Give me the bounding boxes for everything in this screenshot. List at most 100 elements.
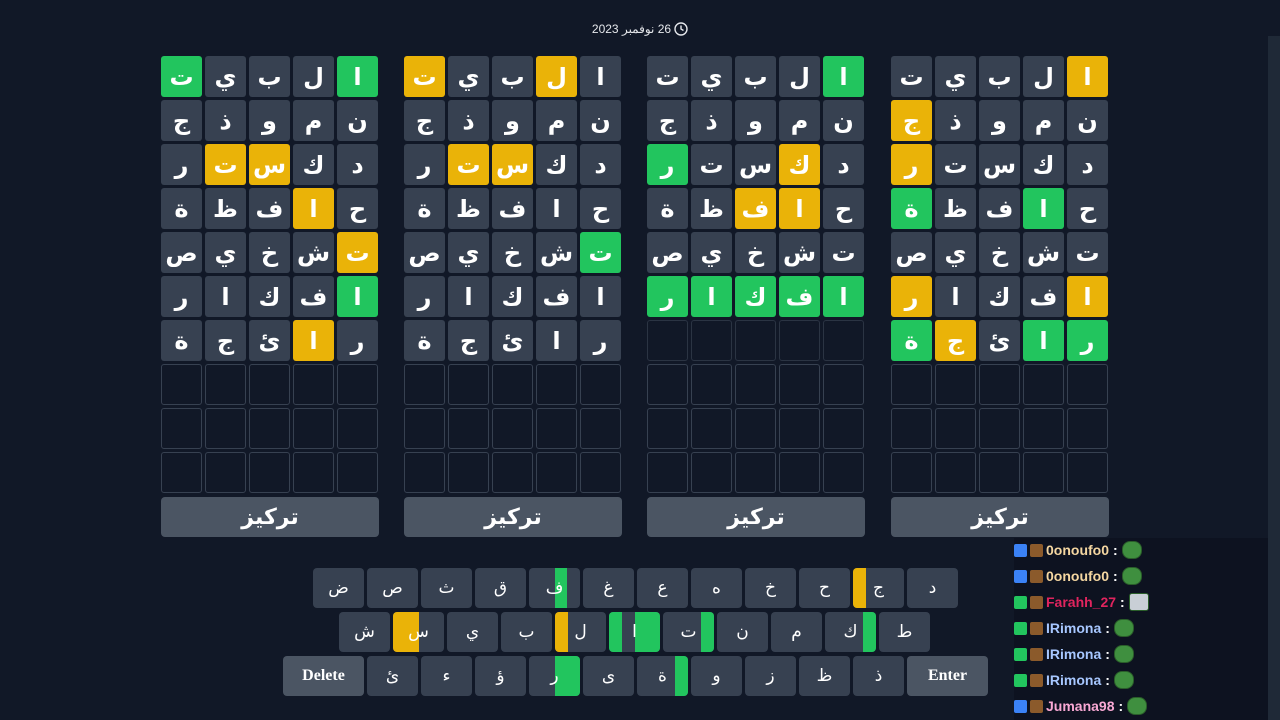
key[interactable]: ؤ [475, 656, 526, 696]
tile: م [536, 100, 577, 141]
key-label: ع [657, 578, 668, 598]
key[interactable]: ث [421, 568, 472, 608]
tile: ص [891, 232, 932, 273]
key[interactable]: ع [637, 568, 688, 608]
key[interactable]: ح [799, 568, 850, 608]
key[interactable]: ه [691, 568, 742, 608]
key-label: ص [382, 578, 403, 598]
chat-username[interactable]: Jumana98 [1046, 698, 1114, 714]
focus-button[interactable]: تركيز [647, 497, 865, 537]
tile: ت [205, 144, 246, 185]
date-text: 26 نوفمبر 2023 [591, 22, 672, 36]
tile: ر [1067, 320, 1108, 361]
key-status-mark [647, 612, 660, 652]
key[interactable]: ض [313, 568, 364, 608]
chat-separator: : [1105, 620, 1110, 636]
key[interactable]: م [771, 612, 822, 652]
key-label: ج [873, 578, 884, 598]
key[interactable]: ل [555, 612, 606, 652]
tier-badge-icon [1030, 595, 1043, 609]
key[interactable]: خ [745, 568, 796, 608]
tile [935, 364, 976, 405]
key[interactable]: ظ [799, 656, 850, 696]
key[interactable]: ي [447, 612, 498, 652]
tile: ي [691, 56, 732, 97]
sub-badge-icon [1014, 699, 1027, 713]
key[interactable]: ز [745, 656, 796, 696]
chat-overlay: 0onoufo0:0onoufo0: Farahh_27: IRimona: IRim… [1014, 538, 1280, 720]
sub-badge-icon [1014, 543, 1027, 557]
key[interactable]: ت [663, 612, 714, 652]
chat-username[interactable]: IRimona [1046, 620, 1101, 636]
key[interactable]: ب [501, 612, 552, 652]
tile: ف [979, 188, 1020, 229]
tile [536, 364, 577, 405]
key[interactable]: ج [853, 568, 904, 608]
key[interactable]: ء [421, 656, 472, 696]
key[interactable]: ذ [853, 656, 904, 696]
key[interactable]: غ [583, 568, 634, 608]
key[interactable]: ط [879, 612, 930, 652]
key[interactable]: ى [583, 656, 634, 696]
tile: ا [823, 276, 864, 317]
tile: ا [536, 320, 577, 361]
key[interactable]: ة [637, 656, 688, 696]
tile [647, 408, 688, 449]
tile [1067, 452, 1108, 493]
focus-button[interactable]: تركيز [161, 497, 379, 537]
key-label: ف [545, 578, 564, 598]
focus-button[interactable]: تركيز [404, 497, 622, 537]
board-grid: البيتنموذجدكسترحافظةتشخيصافكاررائجة [891, 56, 1109, 494]
tile [492, 452, 533, 493]
key[interactable]: ئ [367, 656, 418, 696]
tile: ر [404, 144, 445, 185]
tile: ا [691, 276, 732, 317]
chat-username[interactable]: IRimona [1046, 646, 1101, 662]
enter-key[interactable]: Enter [907, 656, 988, 696]
key[interactable]: ف [529, 568, 580, 608]
tile: ن [823, 100, 864, 141]
key[interactable]: ك [825, 612, 876, 652]
key[interactable]: و [691, 656, 742, 696]
tile: ك [779, 144, 820, 185]
key-label: ر [550, 666, 559, 686]
chat-username[interactable]: 0onoufo0 [1046, 568, 1109, 584]
key[interactable]: د [907, 568, 958, 608]
tile: ك [492, 276, 533, 317]
key[interactable]: ش [339, 612, 390, 652]
key-label: ت [680, 622, 697, 642]
key-label: ئ [385, 666, 400, 686]
tile: ف [492, 188, 533, 229]
chat-username[interactable]: 0onoufo0 [1046, 542, 1109, 558]
tile [404, 408, 445, 449]
key-label: ن [736, 622, 749, 642]
chat-username[interactable]: Farahh_27 [1046, 594, 1116, 610]
tier-badge-icon [1030, 699, 1043, 713]
tile [779, 408, 820, 449]
key[interactable]: ن [717, 612, 768, 652]
tile: د [580, 144, 621, 185]
key[interactable]: ق [475, 568, 526, 608]
key[interactable]: ص [367, 568, 418, 608]
tile [691, 452, 732, 493]
chat-username[interactable]: IRimona [1046, 672, 1101, 688]
pepe-emote-icon [1113, 619, 1134, 637]
tile: م [293, 100, 334, 141]
tile: ن [1067, 100, 1108, 141]
chat-separator: : [1120, 594, 1125, 610]
tile: ي [448, 232, 489, 273]
tile [891, 452, 932, 493]
scrollbar[interactable] [1268, 36, 1280, 720]
tile [404, 452, 445, 493]
tile: ة [161, 320, 202, 361]
key-status-mark [609, 612, 622, 652]
focus-button[interactable]: تركيز [891, 497, 1109, 537]
key[interactable]: ر [529, 656, 580, 696]
key[interactable]: س [393, 612, 444, 652]
delete-key[interactable]: Delete [283, 656, 364, 696]
tile: ت [404, 56, 445, 97]
key[interactable]: ا [609, 612, 660, 652]
key-label: د [928, 578, 937, 598]
tile: ل [779, 56, 820, 97]
tile: ر [891, 144, 932, 185]
